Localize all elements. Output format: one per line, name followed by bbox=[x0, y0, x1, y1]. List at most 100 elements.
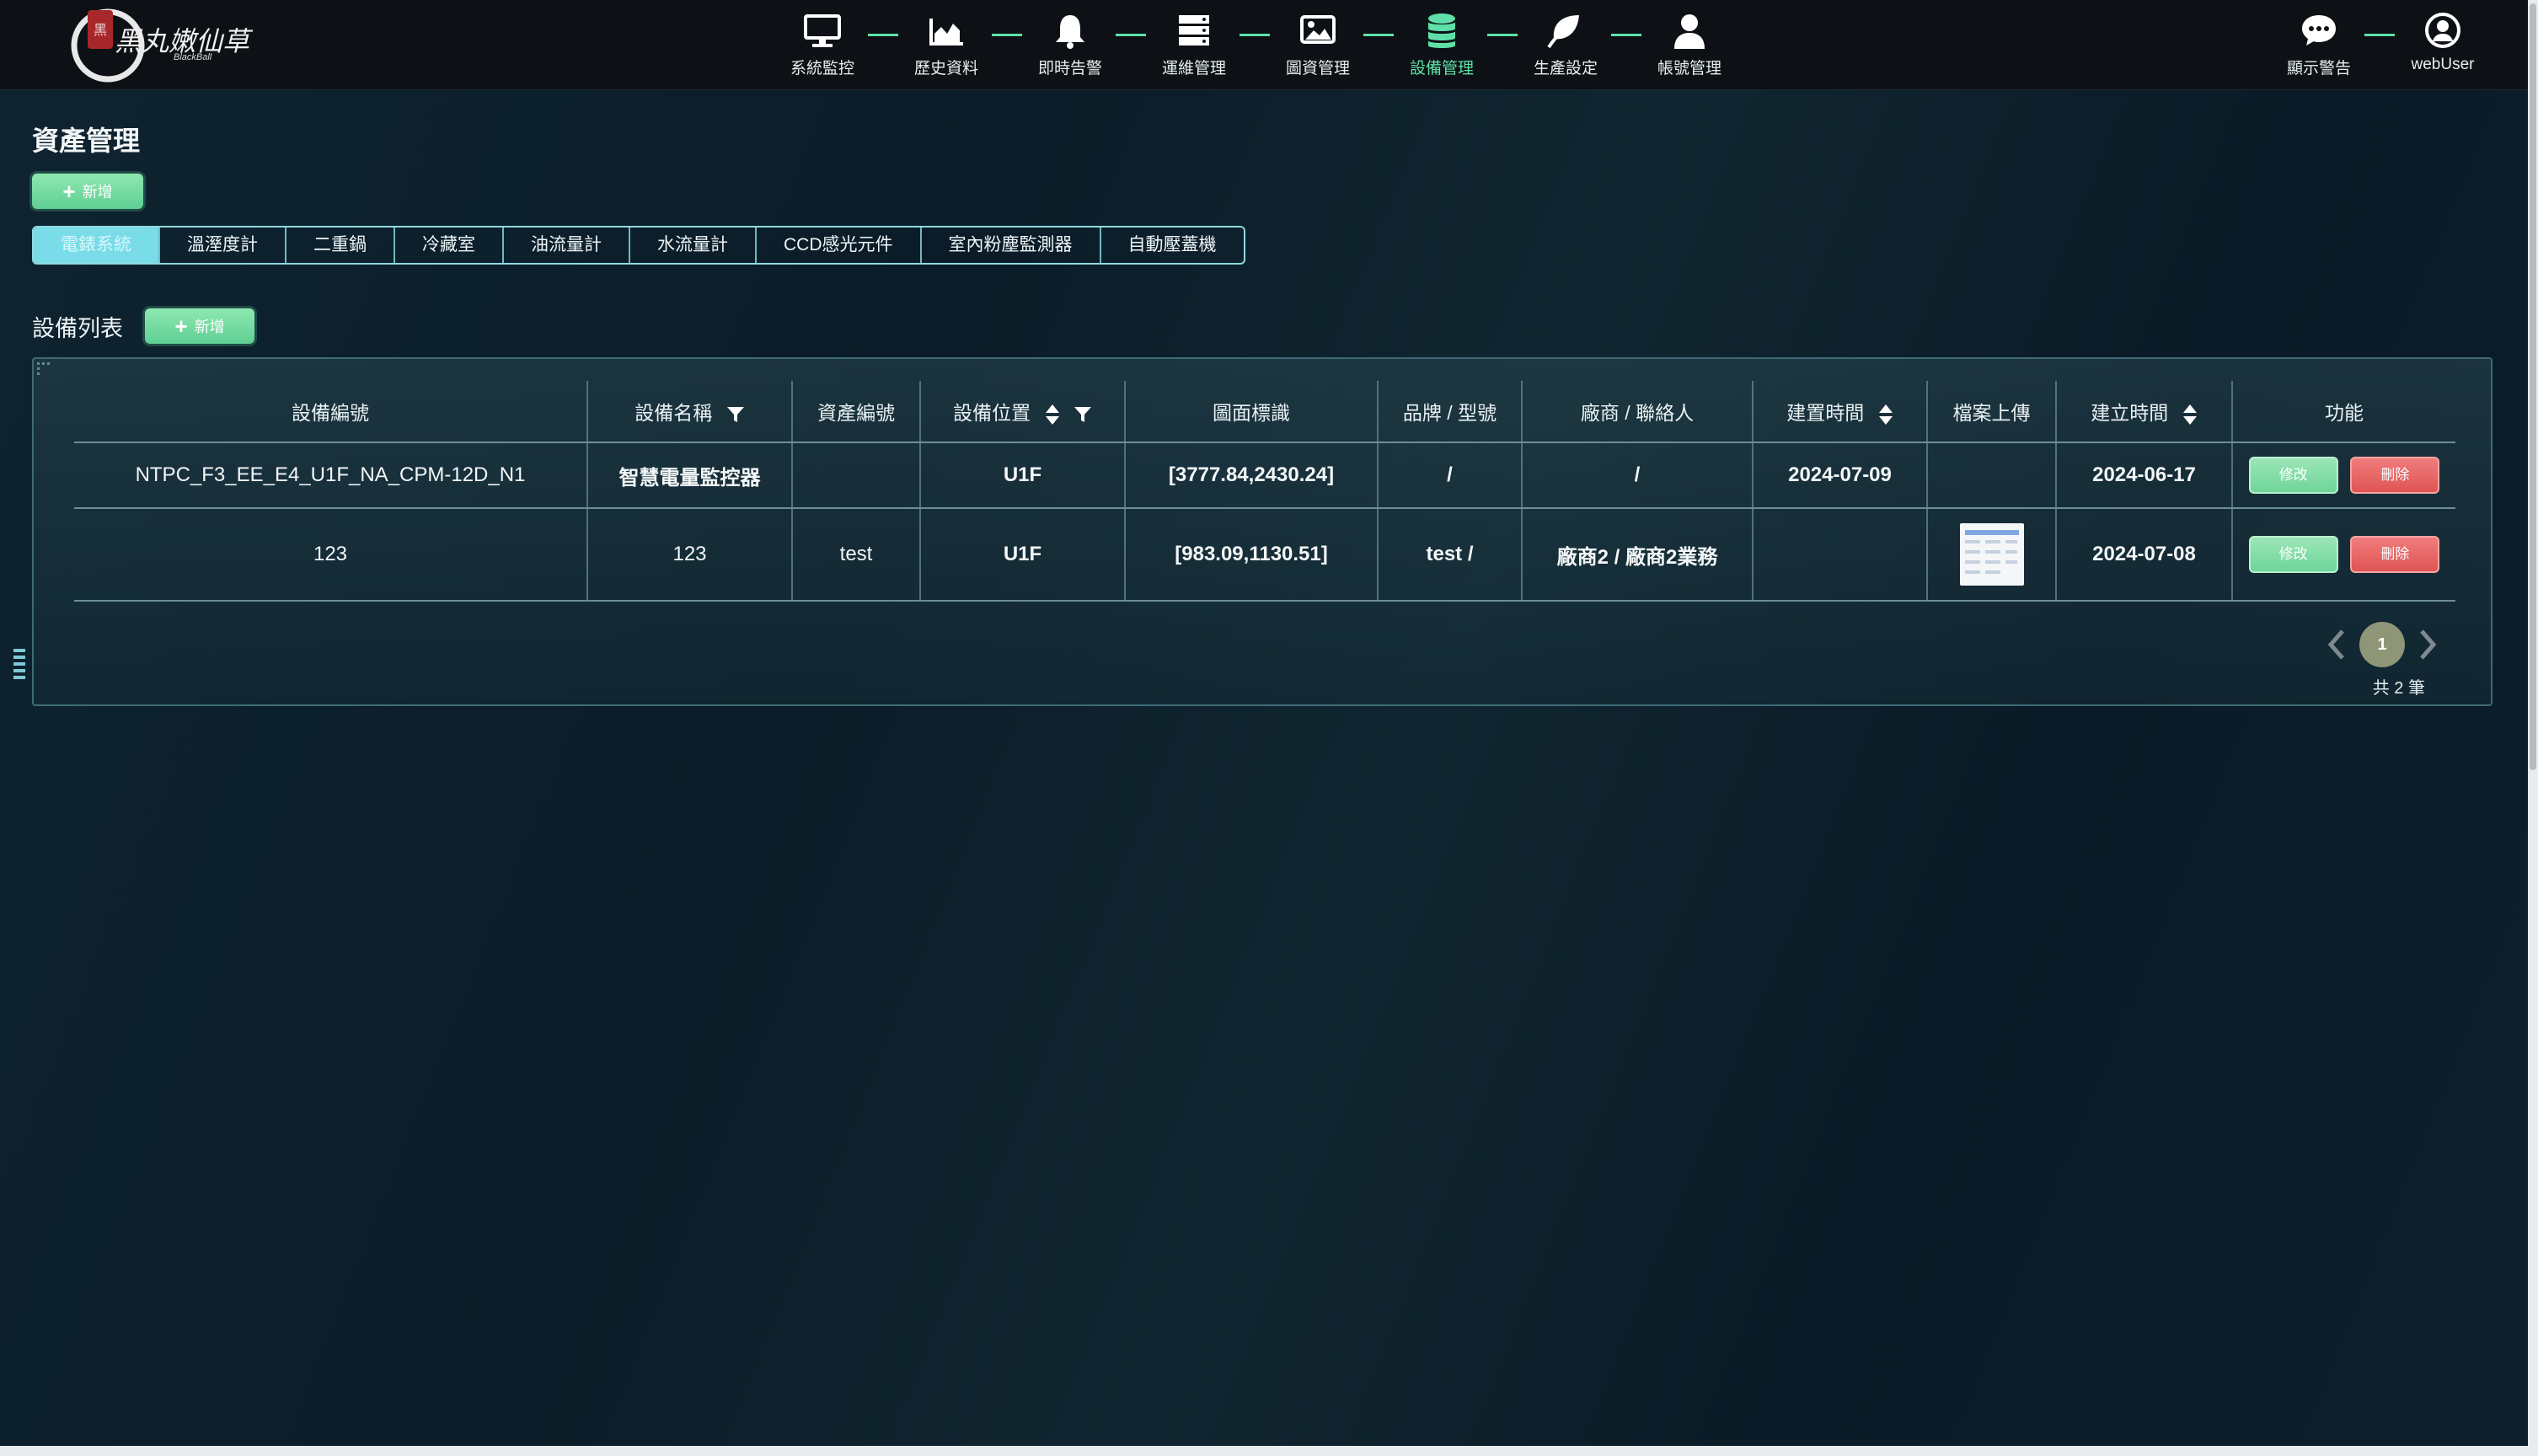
col-header-install-date[interactable]: 建置時間 bbox=[1753, 381, 1928, 443]
header-label: 設備編號 bbox=[292, 402, 369, 424]
delete-button[interactable]: 刪除 bbox=[2350, 457, 2440, 494]
header-label: 廠商 / 聯絡人 bbox=[1580, 402, 1695, 424]
nav-item-history[interactable]: 歷史資料 bbox=[896, 12, 997, 79]
cell-file-upload bbox=[1927, 508, 2057, 602]
cell-asset-id bbox=[792, 442, 921, 509]
cell-device-name: 123 bbox=[587, 508, 793, 602]
col-header-vendor-contact: 廠商 / 聯絡人 bbox=[1522, 381, 1754, 443]
nav-item-accounts[interactable]: 帳號管理 bbox=[1639, 12, 1740, 79]
nav-separator bbox=[1116, 34, 1146, 36]
scrollbar-thumb[interactable] bbox=[2530, 3, 2536, 770]
tab-ccd-sensor[interactable]: CCD感光元件 bbox=[757, 228, 922, 263]
header-label: 設備位置 bbox=[953, 402, 1031, 424]
brand-logo[interactable]: 黑 黑丸嫩仙草 BlackBall bbox=[66, 3, 251, 84]
header-label: 建置時間 bbox=[1786, 402, 1865, 424]
tab-temp-humidity[interactable]: 溫溼度計 bbox=[160, 228, 286, 263]
sort-icon[interactable] bbox=[1878, 404, 1893, 426]
add-button-label: 新增 bbox=[82, 184, 113, 201]
tab-dust-monitor[interactable]: 室內粉塵監測器 bbox=[922, 228, 1101, 263]
cell-install-date: 2024-07-09 bbox=[1753, 442, 1928, 509]
page-number-current[interactable]: 1 bbox=[2359, 622, 2405, 667]
cell-location: U1F bbox=[920, 508, 1126, 602]
tab-cold-storage[interactable]: 冷藏室 bbox=[395, 228, 504, 263]
image-icon bbox=[1300, 15, 1336, 44]
nav-separator bbox=[1363, 34, 1394, 36]
area-chart-icon bbox=[929, 19, 963, 46]
nav-item-map[interactable]: 圖資管理 bbox=[1267, 12, 1368, 79]
edit-button[interactable]: 修改 bbox=[2248, 457, 2338, 494]
header-label: 功能 bbox=[2325, 402, 2364, 424]
nav-item-devices[interactable]: 設備管理 bbox=[1391, 12, 1492, 79]
cell-file-upload bbox=[1927, 442, 2057, 509]
filter-icon[interactable] bbox=[726, 405, 745, 424]
sort-icon[interactable] bbox=[1045, 404, 1060, 426]
device-table-panel: 設備編號 設備名稱 資產編號 設備位置 圖面標識 品牌 / 型號 廠商 / 聯絡… bbox=[13, 357, 2492, 706]
filter-icon[interactable] bbox=[1074, 405, 1092, 424]
vertical-scrollbar[interactable] bbox=[2528, 0, 2538, 1456]
total-count: 共 2 筆 bbox=[2372, 679, 2425, 698]
edit-button[interactable]: 修改 bbox=[2248, 536, 2338, 573]
add-asset-button[interactable]: + 新增 bbox=[32, 174, 143, 209]
col-header-created-date[interactable]: 建立時間 bbox=[2056, 381, 2233, 443]
header-label: 檔案上傳 bbox=[1952, 402, 2031, 424]
nav-item-ops[interactable]: 運維管理 bbox=[1143, 12, 1245, 79]
cell-map-label: [3777.84,2430.24] bbox=[1125, 442, 1379, 509]
nav-separator bbox=[992, 34, 1022, 36]
nav-label: 設備管理 bbox=[1409, 60, 1474, 78]
table-header-row: 設備編號 設備名稱 資產編號 設備位置 圖面標識 品牌 / 型號 廠商 / 聯絡… bbox=[74, 381, 2455, 443]
nav-label: 即時告警 bbox=[1037, 60, 1102, 78]
cell-created-date: 2024-07-08 bbox=[2056, 508, 2233, 602]
tab-double-pot[interactable]: 二重鍋 bbox=[286, 228, 395, 263]
nav-separator bbox=[2364, 34, 2395, 36]
header-label: 建立時間 bbox=[2091, 402, 2169, 424]
cell-location: U1F bbox=[920, 442, 1126, 509]
col-header-map-label: 圖面標識 bbox=[1125, 381, 1379, 443]
col-header-brand-model: 品牌 / 型號 bbox=[1378, 381, 1523, 443]
nav-item-system-monitor[interactable]: 系統監控 bbox=[772, 12, 873, 79]
cell-asset-id: test bbox=[792, 508, 921, 602]
nav-item-production[interactable]: 生產設定 bbox=[1515, 12, 1616, 79]
cell-brand-model: test / bbox=[1378, 508, 1523, 602]
side-decoration bbox=[13, 649, 25, 679]
tab-electric-meter[interactable]: 電錶系統 bbox=[34, 228, 160, 263]
username-label: webUser bbox=[2411, 56, 2475, 73]
tab-water-flow[interactable]: 水流量計 bbox=[630, 228, 757, 263]
window-bottom-edge bbox=[0, 1446, 2538, 1456]
add-device-button[interactable]: + 新增 bbox=[145, 308, 254, 344]
section-title: 設備列表 bbox=[32, 316, 123, 341]
document-preview-icon bbox=[1964, 530, 2019, 574]
col-header-device-id: 設備編號 bbox=[74, 381, 588, 443]
chat-bubble-icon bbox=[2302, 15, 2336, 46]
delete-button[interactable]: 刪除 bbox=[2350, 536, 2440, 573]
nav-label: 運維管理 bbox=[1161, 60, 1226, 78]
leaf-icon bbox=[1547, 15, 1579, 49]
tab-oil-flow[interactable]: 油流量計 bbox=[504, 228, 630, 263]
nav-separator bbox=[1611, 34, 1641, 36]
sort-icon[interactable] bbox=[2182, 404, 2198, 426]
show-warnings-button[interactable]: 顯示警告 bbox=[2268, 12, 2369, 79]
bell-icon bbox=[1056, 15, 1084, 49]
user-menu[interactable]: webUser bbox=[2392, 12, 2493, 79]
add-button-label: 新增 bbox=[194, 318, 225, 335]
tab-auto-capper[interactable]: 自動壓蓋機 bbox=[1101, 228, 1244, 263]
header-label: 圖面標識 bbox=[1213, 402, 1290, 424]
user-icon bbox=[1674, 14, 1705, 49]
nav-label: 圖資管理 bbox=[1285, 60, 1350, 78]
page-title: 資產管理 bbox=[32, 126, 141, 156]
col-header-asset-id: 資產編號 bbox=[792, 381, 921, 443]
plus-icon: + bbox=[174, 313, 188, 339]
table-row: 123 123 test U1F [983.09,1130.51] test /… bbox=[74, 508, 2455, 602]
chevron-right-icon[interactable] bbox=[2417, 629, 2439, 661]
col-header-location[interactable]: 設備位置 bbox=[920, 381, 1126, 443]
col-header-device-name[interactable]: 設備名稱 bbox=[587, 381, 793, 443]
nav-separator bbox=[868, 34, 898, 36]
file-thumbnail[interactable] bbox=[1959, 523, 2024, 586]
monitor-icon bbox=[804, 14, 841, 47]
pagination: 1 bbox=[2326, 617, 2444, 667]
cell-install-date bbox=[1753, 508, 1928, 602]
top-navbar: 黑 黑丸嫩仙草 BlackBall 系統監控 歷史資料 即時告警 運維管理 圖資… bbox=[0, 0, 2538, 90]
nav-item-alerts[interactable]: 即時告警 bbox=[1020, 12, 1121, 79]
chevron-left-icon[interactable] bbox=[2326, 629, 2348, 661]
nav-label: 顯示警告 bbox=[2286, 60, 2351, 78]
cell-brand-model: / bbox=[1378, 442, 1523, 509]
